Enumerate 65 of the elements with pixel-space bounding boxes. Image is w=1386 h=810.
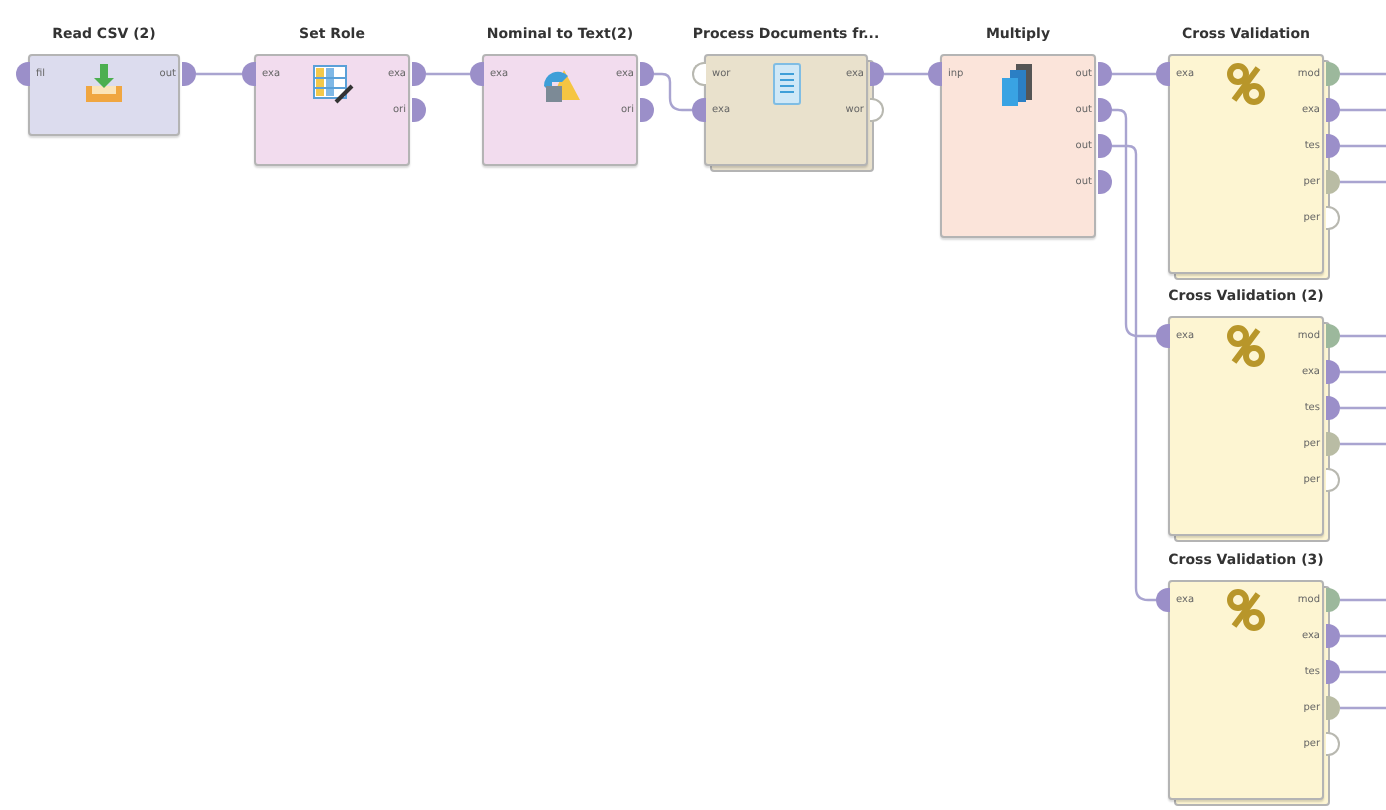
port[interactable]	[1326, 206, 1340, 230]
port[interactable]	[1326, 62, 1340, 86]
operator-card[interactable]	[704, 54, 868, 166]
connector-line	[1340, 634, 1386, 638]
port[interactable]	[1326, 170, 1340, 194]
percent-icon	[1224, 62, 1268, 106]
port[interactable]	[412, 62, 426, 86]
operator-card[interactable]	[28, 54, 180, 136]
operator-card[interactable]	[482, 54, 638, 166]
connector-line	[1340, 72, 1386, 76]
connector-line	[1340, 598, 1386, 602]
port[interactable]	[870, 62, 884, 86]
port[interactable]	[182, 62, 196, 86]
operator-card[interactable]	[1168, 580, 1324, 800]
connector-line	[654, 72, 692, 112]
percent-icon	[1224, 324, 1268, 368]
operator-card[interactable]	[254, 54, 410, 166]
port[interactable]	[870, 98, 884, 122]
port[interactable]	[242, 62, 256, 86]
connector-line	[426, 72, 470, 76]
port[interactable]	[1156, 588, 1170, 612]
operator-card[interactable]	[1168, 54, 1324, 274]
port[interactable]	[692, 62, 706, 86]
connector-line	[1340, 108, 1386, 112]
connector-line	[884, 72, 928, 76]
port[interactable]	[470, 62, 484, 86]
port[interactable]	[1326, 624, 1340, 648]
operator-card[interactable]	[940, 54, 1096, 238]
port[interactable]	[1326, 396, 1340, 420]
port[interactable]	[1326, 468, 1340, 492]
download-tray-icon	[82, 62, 126, 106]
connector-line	[1112, 72, 1156, 76]
port[interactable]	[640, 62, 654, 86]
port[interactable]	[1326, 134, 1340, 158]
port[interactable]	[1326, 98, 1340, 122]
port[interactable]	[1326, 660, 1340, 684]
connector-line	[1340, 670, 1386, 674]
port[interactable]	[640, 98, 654, 122]
connector-line	[196, 72, 242, 76]
port[interactable]	[1326, 696, 1340, 720]
connector-line	[1340, 334, 1386, 338]
port[interactable]	[928, 62, 942, 86]
port[interactable]	[1326, 324, 1340, 348]
connector-line	[1340, 180, 1386, 184]
connector-line	[1340, 144, 1386, 148]
operator-card[interactable]	[1168, 316, 1324, 536]
port[interactable]	[1326, 360, 1340, 384]
port[interactable]	[412, 98, 426, 122]
connector-line	[1340, 370, 1386, 374]
port[interactable]	[1156, 324, 1170, 348]
table-pencil-icon	[310, 62, 354, 106]
port[interactable]	[692, 98, 706, 122]
port[interactable]	[1326, 588, 1340, 612]
port[interactable]	[1098, 62, 1112, 86]
port[interactable]	[16, 62, 30, 86]
port[interactable]	[1098, 170, 1112, 194]
port[interactable]	[1098, 98, 1112, 122]
connector-line	[1340, 442, 1386, 446]
port[interactable]	[1326, 732, 1340, 756]
port[interactable]	[1098, 134, 1112, 158]
port[interactable]	[1156, 62, 1170, 86]
port[interactable]	[1326, 432, 1340, 456]
percent-icon	[1224, 588, 1268, 632]
connector-line	[1340, 706, 1386, 710]
connector-line	[1340, 406, 1386, 410]
